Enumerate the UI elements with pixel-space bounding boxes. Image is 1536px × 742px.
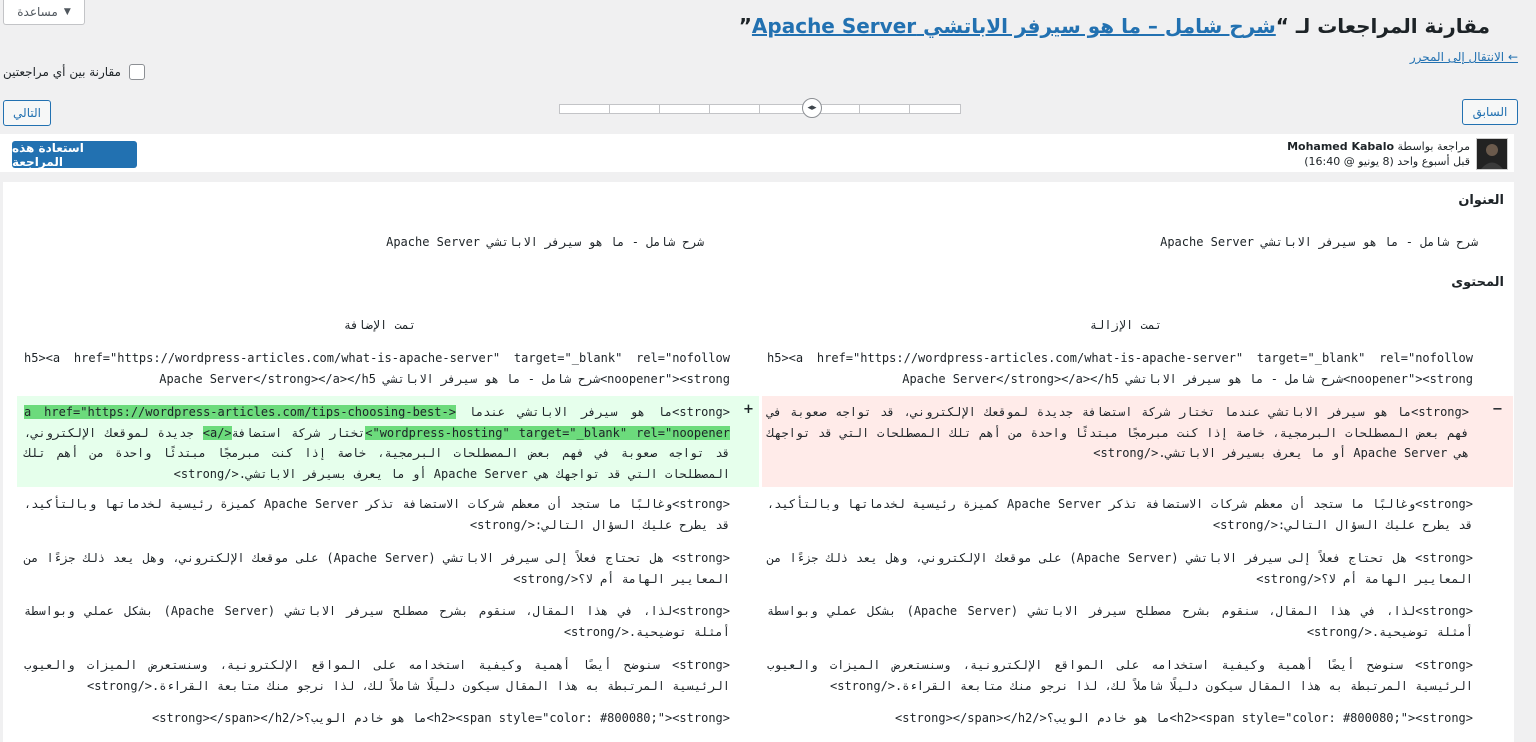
diff-row-added: <strong> سنوضح أيضًا أهمية وكيفية استخدا…: [24, 658, 730, 693]
caret-down-icon: ▼: [63, 7, 71, 17]
go-to-editor-link[interactable]: ← الانتقال إلى المحرر: [1410, 50, 1518, 64]
diff-row-added: <h2><span style="color: #800080;"><stron…: [152, 711, 730, 725]
author-name: Mohamed Kabalo: [1287, 140, 1395, 153]
compare-checkbox[interactable]: [128, 64, 145, 80]
diff-row-removed: <strong>وغالبًا ما ستجد أن معظم شركات ال…: [767, 497, 1474, 532]
diff-row-removed: <strong> سنوضح أيضًا أهمية وكيفية استخدا…: [767, 658, 1473, 693]
post-title-link[interactable]: شرح شامل – ما هو سيرفر الاباتشي Apache S…: [752, 14, 1276, 38]
diff-row-removed: h5><a href="https://wordpress-articles.c…: [767, 351, 1473, 386]
title-new-value: شرح شامل - ما هو سيرفر الاباتشي Apache S…: [386, 235, 704, 249]
slider-tick: [909, 104, 910, 114]
title-section-label: العنوان: [1458, 193, 1504, 208]
diff-row-removed: <h2><span style="color: #800080;"><stron…: [895, 711, 1473, 725]
next-button[interactable]: التالي: [3, 100, 51, 126]
added-column-header: تمت الإضافة: [343, 318, 417, 332]
added-inline-highlight: </a>: [202, 425, 232, 440]
restore-revision-button[interactable]: استعادة هذه المراجعة: [12, 141, 137, 169]
diff-row-added: <strong>وغالبًا ما ستجد أن معظم شركات ال…: [24, 497, 731, 532]
slider-tick: [659, 104, 660, 114]
revision-by-label: مراجعة بواسطة: [1397, 140, 1470, 153]
title-old-value: شرح شامل - ما هو سيرفر الاباتشي Apache S…: [1160, 235, 1478, 249]
page-title: مقارنة المراجعات لـ “شرح شامل – ما هو سي…: [739, 14, 1490, 38]
title-prefix: مقارنة المراجعات لـ “: [1275, 14, 1490, 38]
compare-any-two-toggle[interactable]: مقارنة بين أي مراجعتين: [3, 64, 145, 80]
removed-column-header: تمت الإزالة: [1089, 318, 1163, 332]
revision-author-info: مراجعة بواسطة Mohamed Kabalo قبل أسبوع و…: [1287, 139, 1470, 169]
diff-row-removed: <strong>لذا، في هذا المقال، سنقوم بشرح م…: [767, 604, 1474, 639]
slider-tick: [759, 104, 760, 114]
diff-row-added: <strong> هل تحتاج فعلاً إلى سيرفر الابات…: [24, 551, 731, 586]
previous-button[interactable]: السابق: [1462, 99, 1518, 125]
avatar: [1476, 138, 1508, 170]
title-suffix: ”: [738, 14, 752, 38]
slider-tick: [609, 104, 610, 114]
revision-slider[interactable]: [559, 104, 961, 114]
compare-label: مقارنة بين أي مراجعتين: [3, 65, 121, 79]
removed-marker-icon: −: [1492, 402, 1503, 417]
diff-row-removed: <strong> هل تحتاج فعلاً إلى سيرفر الابات…: [767, 551, 1474, 586]
help-tab[interactable]: مساعدة ▼: [3, 0, 85, 25]
added-marker-icon: +: [743, 402, 754, 417]
help-label: مساعدة: [17, 5, 58, 19]
content-section-label: المحتوى: [1451, 275, 1504, 290]
diff-row-added: <strong>ما هو سيرفر الاباتشي عندما <a hr…: [22, 402, 742, 484]
diff-row-added: h5><a href="https://wordpress-articles.c…: [24, 351, 730, 386]
slider-handle-icon[interactable]: ◂▸: [802, 98, 822, 118]
slider-tick: [859, 104, 860, 114]
diff-row-removed: <strong>ما هو سيرفر الاباتشي عندما تختار…: [767, 405, 1469, 460]
slider-tick: [709, 104, 710, 114]
added-text: تختار شركة استضافة: [231, 425, 366, 440]
revision-date: قبل أسبوع واحد (8 يونيو @ 16:40): [1304, 155, 1470, 168]
diff-row-added: <strong>لذا، في هذا المقال، سنقوم بشرح م…: [24, 604, 731, 639]
added-text: <strong>ما هو سيرفر الاباتشي عندما: [455, 405, 730, 419]
